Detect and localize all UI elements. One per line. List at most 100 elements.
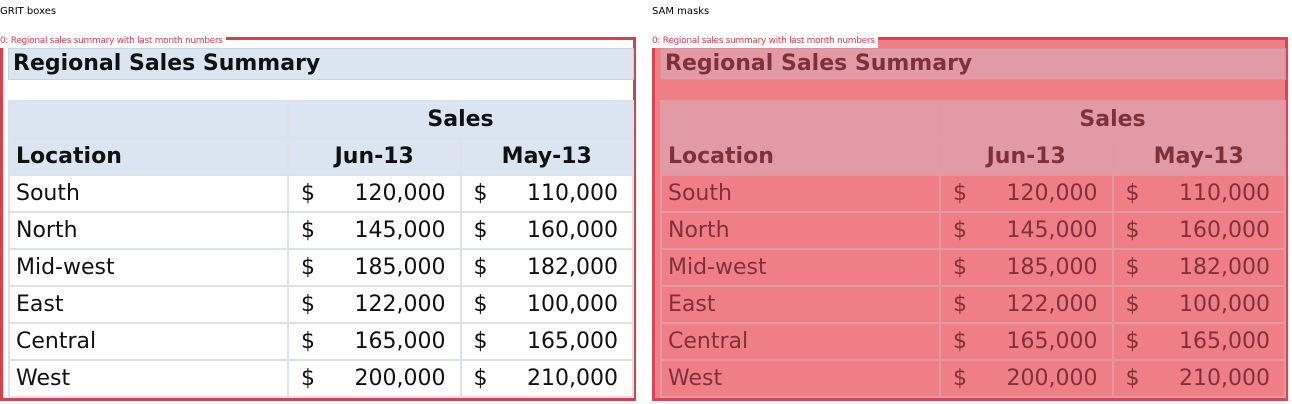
location-cell: Central (8, 322, 289, 361)
location-name: Mid-west (16, 255, 115, 280)
amount-cell: $160,000 (1111, 211, 1286, 250)
amount-value: 120,000 (1006, 181, 1098, 206)
amount-value: 182,000 (1179, 255, 1270, 280)
currency-symbol: $ (1125, 366, 1140, 391)
detection-box-label: 0: Regional sales summary with last mont… (0, 34, 226, 48)
sales-group-header: Sales (287, 100, 634, 139)
location-cell: East (660, 285, 941, 324)
sam-masks-panel: 0: Regional sales summary with last mont… (652, 34, 1292, 404)
currency-symbol: $ (301, 218, 315, 243)
amount-value: 165,000 (1006, 329, 1098, 354)
amount-cell: $160,000 (459, 211, 634, 250)
month1-header: Jun-13 (939, 137, 1114, 176)
location-header-label: Location (16, 144, 122, 169)
location-cell: North (660, 211, 941, 250)
header-blank-cell (660, 100, 941, 139)
currency-symbol: $ (473, 329, 488, 354)
amount-value: 210,000 (527, 366, 618, 391)
header-row-columns: Location Jun-13 May-13 (660, 137, 1286, 176)
location-header-label: Location (668, 144, 774, 169)
table-row: Central $165,000 $165,000 (8, 322, 634, 361)
amount-value: 160,000 (527, 218, 618, 243)
table-row: Mid-west $185,000 $182,000 (660, 248, 1286, 287)
amount-value: 122,000 (1006, 292, 1098, 317)
location-name: East (16, 292, 64, 317)
location-cell: Mid-west (660, 248, 941, 287)
currency-symbol: $ (953, 366, 967, 391)
grit-boxes-panel: 0: Regional sales summary with last mont… (0, 34, 640, 404)
month2-header-label: May-13 (1153, 144, 1244, 169)
month2-header-label: May-13 (501, 144, 592, 169)
location-cell: Central (660, 322, 941, 361)
header-blank-cell (8, 100, 289, 139)
sales-group-header: Sales (939, 100, 1286, 139)
amount-cell: $200,000 (287, 359, 462, 398)
location-name: West (668, 366, 723, 391)
location-cell: West (660, 359, 941, 398)
amount-cell: $185,000 (939, 248, 1114, 287)
location-name: South (16, 181, 80, 206)
header-row-columns: Location Jun-13 May-13 (8, 137, 634, 176)
amount-cell: $145,000 (939, 211, 1114, 250)
currency-symbol: $ (953, 218, 967, 243)
amount-value: 110,000 (1179, 181, 1270, 206)
sheet-title: Regional Sales Summary (660, 48, 1286, 80)
currency-symbol: $ (301, 329, 315, 354)
currency-symbol: $ (953, 181, 967, 206)
amount-value: 165,000 (1179, 329, 1270, 354)
currency-symbol: $ (301, 181, 315, 206)
location-cell: South (8, 174, 289, 213)
amount-cell: $110,000 (1111, 174, 1286, 213)
amount-cell: $165,000 (459, 322, 634, 361)
table-row: Mid-west $185,000 $182,000 (8, 248, 634, 287)
amount-cell: $200,000 (939, 359, 1114, 398)
amount-value: 182,000 (527, 255, 618, 280)
location-name: Central (668, 329, 749, 354)
location-name: South (668, 181, 732, 206)
month2-header: May-13 (459, 137, 634, 176)
amount-value: 100,000 (527, 292, 618, 317)
amount-cell: $165,000 (939, 322, 1114, 361)
currency-symbol: $ (953, 329, 967, 354)
currency-symbol: $ (1125, 255, 1140, 280)
sam-panel-title: SAM masks (652, 6, 710, 17)
amount-cell: $122,000 (287, 285, 462, 324)
mask-box-label: 0: Regional sales summary with last mont… (652, 34, 878, 48)
location-name: North (668, 218, 730, 243)
amount-value: 185,000 (354, 255, 446, 280)
currency-symbol: $ (953, 292, 967, 317)
month1-header-label: Jun-13 (334, 144, 414, 169)
location-cell: Mid-west (8, 248, 289, 287)
sales-table: Sales Location Jun-13 May-13 South $120,000 $1… (8, 100, 634, 398)
location-name: West (16, 366, 71, 391)
location-cell: North (8, 211, 289, 250)
month1-header: Jun-13 (287, 137, 462, 176)
location-cell: East (8, 285, 289, 324)
table-row: West $200,000 $210,000 (8, 359, 634, 398)
month2-header: May-13 (1111, 137, 1286, 176)
table-row: Central $165,000 $165,000 (660, 322, 1286, 361)
amount-cell: $122,000 (939, 285, 1114, 324)
amount-value: 145,000 (354, 218, 446, 243)
amount-cell: $145,000 (287, 211, 462, 250)
amount-cell: $100,000 (459, 285, 634, 324)
amount-cell: $210,000 (459, 359, 634, 398)
table-row: South $120,000 $110,000 (660, 174, 1286, 213)
currency-symbol: $ (1125, 181, 1140, 206)
amount-cell: $120,000 (939, 174, 1114, 213)
grit-panel-title: GRIT boxes (0, 6, 57, 17)
currency-symbol: $ (1125, 218, 1140, 243)
table-row: East $122,000 $100,000 (660, 285, 1286, 324)
amount-value: 165,000 (527, 329, 618, 354)
amount-cell: $210,000 (1111, 359, 1286, 398)
currency-symbol: $ (473, 181, 488, 206)
amount-value: 110,000 (527, 181, 618, 206)
amount-cell: $110,000 (459, 174, 634, 213)
sheet-title: Regional Sales Summary (8, 48, 634, 80)
currency-symbol: $ (473, 292, 488, 317)
sales-header-label: Sales (1079, 107, 1146, 132)
location-name: Mid-west (668, 255, 767, 280)
table-row: South $120,000 $110,000 (8, 174, 634, 213)
currency-symbol: $ (953, 255, 967, 280)
sales-summary-sheet-masked: Regional Sales Summary Sales Location Jun-… (660, 48, 1286, 398)
